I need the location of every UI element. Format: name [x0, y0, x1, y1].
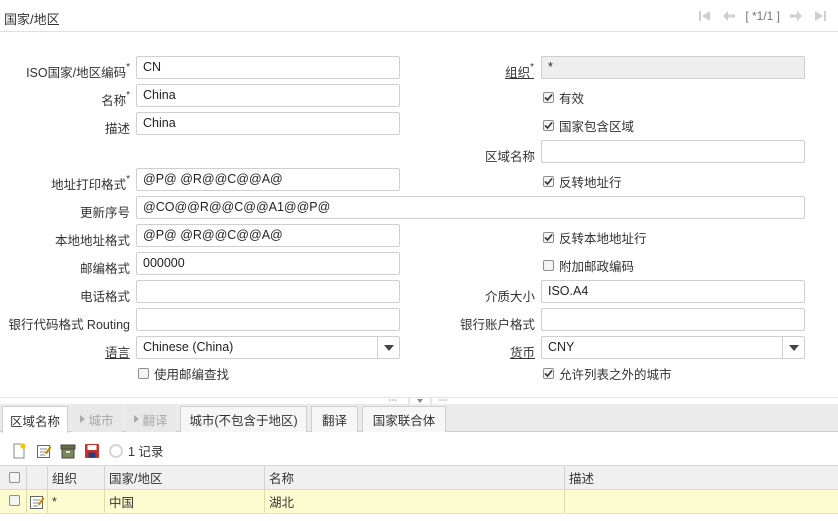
cell-country: 中国 [109, 496, 135, 510]
checkbox-unchecked-icon[interactable] [543, 260, 554, 271]
checkbox-checked-icon[interactable] [543, 92, 554, 103]
tab-arrow-icon [80, 412, 86, 426]
grid-header: 组织 国家/地区 名称 描述 [0, 465, 838, 490]
update-sequence-field[interactable]: @CO@@R@@C@@A1@@P@ [136, 196, 805, 219]
reverse-local-address-label: 反转本地地址行 [559, 232, 647, 246]
grid-toolbar: 1 记录 [0, 432, 838, 465]
language-value: Chinese (China) [143, 340, 234, 354]
region-name-field[interactable] [541, 140, 805, 163]
tab-translation-disabled[interactable]: 翻译 [126, 406, 176, 432]
address-print-format-field[interactable]: @P@ @R@@C@@A@ [136, 168, 400, 191]
save-icon[interactable] [84, 443, 100, 459]
reverse-address-label: 反转地址行 [559, 176, 622, 190]
phone-format-field[interactable] [136, 280, 400, 303]
checkbox-checked-icon[interactable] [543, 176, 554, 187]
refresh-icon[interactable] [108, 443, 124, 459]
record-navigation: [ *1/1 ] [697, 9, 828, 23]
chevron-down-icon[interactable] [377, 337, 399, 358]
page-title: 国家/地区 [4, 12, 60, 27]
bank-routing-format-field[interactable] [136, 308, 400, 331]
previous-record-icon[interactable] [721, 9, 737, 23]
tab-translation[interactable]: 翻译 [311, 406, 358, 432]
edit-record-icon[interactable] [36, 443, 52, 459]
archive-icon[interactable] [60, 443, 76, 459]
bank-routing-format-label: 银行代码格式 Routing [8, 318, 130, 332]
tab-translation-label: 翻译 [142, 413, 168, 428]
region-name-label: 区域名称 [484, 150, 535, 164]
cell-name: 湖北 [269, 496, 295, 510]
local-address-format-field[interactable]: @P@ @R@@C@@A@ [136, 224, 400, 247]
organization-label[interactable]: 组织* [505, 62, 534, 81]
currency-label[interactable]: 货币 [510, 342, 535, 361]
name-field[interactable]: China [136, 84, 400, 107]
checkbox-checked-icon[interactable] [543, 120, 554, 131]
description-label: 描述 [104, 122, 130, 136]
allow-cities-outside-list-checkbox[interactable]: 允许列表之外的城市 [543, 364, 672, 383]
tab-country-group[interactable]: 国家联合体 [362, 406, 446, 432]
postal-format-field[interactable]: 000000 [136, 252, 400, 275]
select-all-checkbox[interactable] [9, 472, 20, 483]
checkbox-checked-icon[interactable] [543, 368, 554, 379]
additional-postal-checkbox[interactable]: 附加邮政编码 [543, 256, 634, 275]
local-address-format-label: 本地地址格式 [54, 234, 130, 248]
active-label: 有效 [559, 92, 585, 106]
tab-arrow-icon [134, 412, 140, 426]
row-checkbox[interactable] [9, 495, 20, 506]
column-header-organization[interactable]: 组织 [48, 466, 77, 489]
checkbox-checked-icon[interactable] [543, 232, 554, 243]
iso-code-label: ISO国家/地区编码* [26, 62, 130, 80]
column-header-description[interactable]: 描述 [565, 466, 594, 489]
record-count: 1 记录 [128, 445, 164, 459]
media-size-label: 介质大小 [484, 290, 535, 304]
language-select[interactable]: Chinese (China) [136, 336, 400, 359]
currency-value: CNY [548, 340, 575, 354]
chevron-down-icon[interactable] [782, 337, 804, 358]
update-sequence-label: 更新序号 [79, 206, 130, 220]
use-postcode-lookup-checkbox[interactable]: 使用邮编查找 [138, 364, 229, 383]
cell-description [565, 490, 569, 513]
postal-format-label: 邮编格式 [79, 262, 130, 276]
window-header: 国家/地区 [ *1/1 ] [0, 0, 838, 32]
edit-record-icon[interactable] [29, 494, 45, 510]
tab-city-label: 城市 [88, 413, 114, 428]
column-header-country[interactable]: 国家/地区 [105, 466, 162, 489]
tab-region-name[interactable]: 区域名称 [2, 406, 68, 433]
allow-cities-outside-list-label: 允许列表之外的城市 [559, 368, 672, 382]
iso-code-field[interactable]: CN [136, 56, 400, 79]
record-indicator: [ *1/1 ] [745, 9, 780, 23]
media-size-field[interactable]: ISO.A4 [541, 280, 805, 303]
new-record-icon[interactable] [11, 443, 27, 459]
bank-account-format-field[interactable] [541, 308, 805, 331]
table-row[interactable]: * 中国 湖北 [0, 490, 838, 514]
first-record-icon[interactable] [697, 9, 713, 23]
organization-field: * [541, 56, 805, 79]
has-region-checkbox[interactable]: 国家包含区域 [543, 116, 634, 135]
bank-account-format-label: 银行账户格式 [459, 318, 535, 332]
detail-tabbar: 区域名称 城市 翻译 城市(不包含于地区) 翻译 国家联合体 [0, 404, 838, 433]
name-label: 名称* [101, 90, 130, 108]
has-region-label: 国家包含区域 [559, 120, 635, 134]
currency-select[interactable]: CNY [541, 336, 805, 359]
reverse-address-checkbox[interactable]: 反转地址行 [543, 172, 622, 191]
checkbox-unchecked-icon[interactable] [138, 368, 149, 379]
additional-postal-label: 附加邮政编码 [559, 260, 635, 274]
next-record-icon[interactable] [788, 9, 804, 23]
tab-city-not-in-region[interactable]: 城市(不包含于地区) [180, 406, 307, 432]
use-postcode-lookup-label: 使用邮编查找 [154, 368, 230, 382]
active-checkbox[interactable]: 有效 [543, 88, 584, 107]
phone-format-label: 电话格式 [79, 290, 130, 304]
reverse-local-address-checkbox[interactable]: 反转本地地址行 [543, 228, 647, 247]
description-field[interactable]: China [136, 112, 400, 135]
language-label[interactable]: 语言 [105, 342, 130, 361]
last-record-icon[interactable] [812, 9, 828, 23]
column-header-name[interactable]: 名称 [265, 466, 294, 489]
tab-city[interactable]: 城市 [72, 406, 122, 432]
address-print-format-label: 地址打印格式* [51, 174, 130, 192]
cell-organization: * [52, 494, 57, 509]
